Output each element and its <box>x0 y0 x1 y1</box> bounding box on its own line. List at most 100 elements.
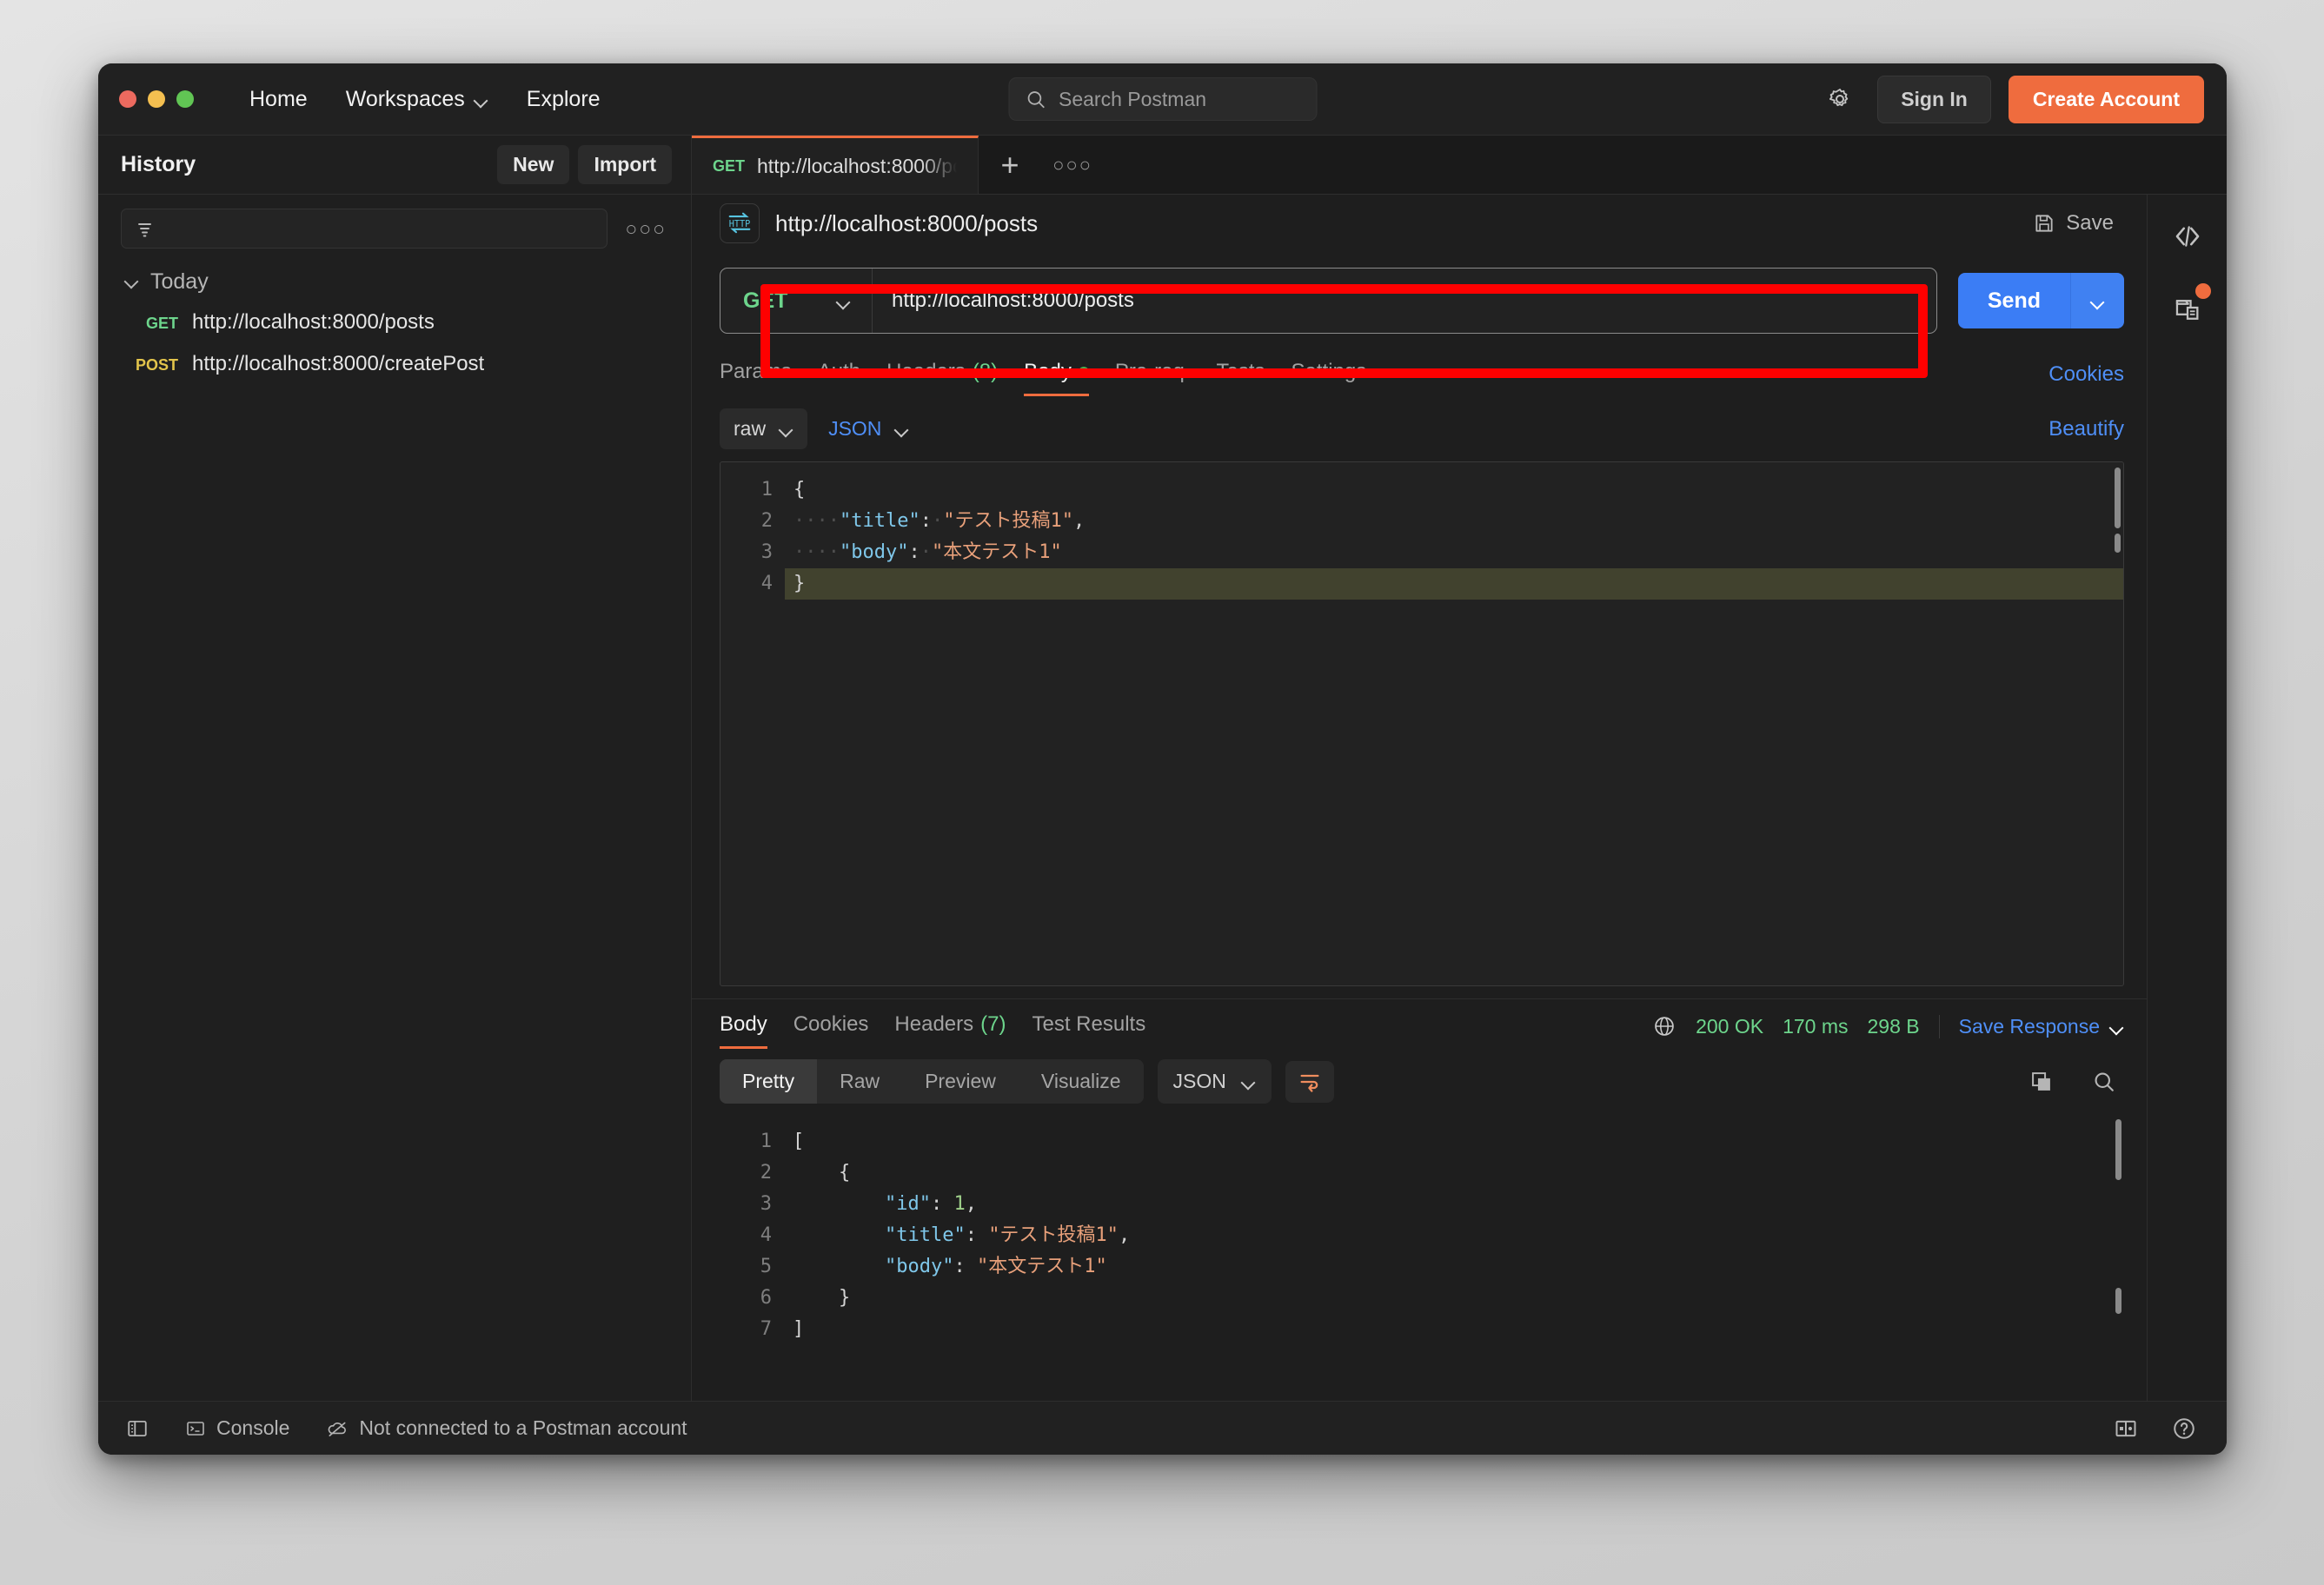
code-line: "id": 1, <box>784 1189 2124 1220</box>
request-body-scrollbar[interactable] <box>2115 468 2121 528</box>
documentation-badge <box>2195 283 2211 299</box>
chevron-down-icon <box>475 96 488 103</box>
code-token: : <box>920 510 932 532</box>
request-tab-0[interactable]: GET http://localhost:8000/pos <box>692 136 979 194</box>
view-mode-pretty[interactable]: Pretty <box>720 1059 818 1104</box>
response-body-scrollbar[interactable] <box>2115 1119 2121 1180</box>
request-tab-title: http://localhost:8000/pos <box>757 154 957 177</box>
response-tab-body[interactable]: Body <box>720 1012 767 1049</box>
tab-prerequest[interactable]: Pre-req. <box>1115 360 1191 396</box>
response-body-editor[interactable]: 1 2 3 4 5 6 7 [ { "id": 1, "title": "テスト投稿1", … <box>720 1114 2124 1401</box>
tab-auth-label: Auth <box>817 360 861 383</box>
code-snippet-icon <box>2175 226 2199 247</box>
response-tab-cookies[interactable]: Cookies <box>793 1012 869 1049</box>
sidebar-filter-row: ○○○ <box>98 195 691 257</box>
history-more-button[interactable]: ○○○ <box>620 214 672 244</box>
sign-in-button[interactable]: Sign In <box>1877 75 1991 123</box>
line-number: 3 <box>760 541 773 563</box>
tab-tests-label: Tests <box>1216 360 1265 383</box>
code-snippet-button[interactable] <box>2163 214 2212 259</box>
content-body: HTTP http://localhost:8000/posts Save GE… <box>692 195 2227 1401</box>
response-tab-test-results[interactable]: Test Results <box>1032 1012 1145 1049</box>
search-input[interactable]: Search Postman <box>1008 77 1317 121</box>
history-item-1[interactable]: POST http://localhost:8000/createPost <box>98 343 691 385</box>
code-line: ] <box>784 1314 2124 1345</box>
history-item-0[interactable]: GET http://localhost:8000/posts <box>98 302 691 343</box>
tab-tests[interactable]: Tests <box>1217 360 1265 396</box>
history-group-today[interactable]: Today <box>98 257 691 302</box>
history-filter-input[interactable] <box>121 209 608 249</box>
search-placeholder: Search Postman <box>1059 87 1207 110</box>
http-icon: HTTP <box>728 212 751 234</box>
code-line: [ <box>784 1126 2124 1157</box>
method-value: GET <box>743 288 788 313</box>
view-mode-preview[interactable]: Preview <box>902 1059 1019 1104</box>
url-bar[interactable]: GET http://localhost:8000/posts <box>720 268 1937 334</box>
settings-button[interactable] <box>1820 79 1860 119</box>
body-language-selector[interactable]: JSON <box>827 408 923 449</box>
nav-explore[interactable]: Explore <box>508 80 620 119</box>
request-body-scrollbar-thumb2[interactable] <box>2115 534 2121 553</box>
tab-params[interactable]: Params <box>720 360 792 396</box>
documentation-button[interactable] <box>2163 283 2212 330</box>
code-token: ···· <box>793 541 840 563</box>
method-selector[interactable]: GET <box>720 269 873 333</box>
tab-headers[interactable]: Headers (8) <box>886 360 998 396</box>
save-response-button[interactable]: Save Response <box>1938 1014 2124 1038</box>
layout-toggle-button[interactable] <box>2107 1411 2145 1446</box>
send-options-button[interactable] <box>2070 273 2124 328</box>
request-body-editor[interactable]: 1234 {····"title":·"テスト投稿1", ····"body":·… <box>720 461 2124 986</box>
account-status-label: Not connected to a Postman account <box>359 1416 687 1439</box>
request-body-code[interactable]: {····"title":·"テスト投稿1", ····"body":·"本文テス… <box>785 462 2123 985</box>
history-item-url: http://localhost:8000/createPost <box>192 352 485 375</box>
view-mode-raw[interactable]: Raw <box>817 1059 902 1104</box>
url-bar-row: GET http://localhost:8000/posts Send <box>692 252 2147 348</box>
line-number: 6 <box>760 1287 772 1309</box>
console-button[interactable]: Console <box>178 1411 296 1445</box>
tab-headers-count: (8) <box>972 360 999 383</box>
tab-options-button[interactable]: ○○○ <box>1041 136 1104 194</box>
save-request-button[interactable]: Save <box>2022 204 2124 242</box>
wrap-lines-button[interactable] <box>1285 1060 1334 1103</box>
save-icon <box>2035 215 2053 232</box>
create-account-button[interactable]: Create Account <box>2008 75 2204 123</box>
response-pane: Body Cookies Headers (7) Test Results 20… <box>692 998 2147 1401</box>
search-response-button[interactable] <box>2084 1062 2124 1102</box>
maximize-window-button[interactable] <box>176 90 194 108</box>
code-token: [ <box>793 1131 805 1152</box>
body-mode-selector[interactable]: raw <box>720 408 808 449</box>
send-button[interactable]: Send <box>1957 273 2070 328</box>
nav-workspaces[interactable]: Workspaces <box>327 80 508 119</box>
response-toolbar-right <box>2022 1062 2124 1102</box>
code-token: · <box>931 510 944 532</box>
tab-settings[interactable]: Settings <box>1291 360 1367 396</box>
response-tab-headers[interactable]: Headers (7) <box>894 1012 1006 1049</box>
beautify-button[interactable]: Beautify <box>2048 417 2124 441</box>
new-button[interactable]: New <box>497 145 570 184</box>
documentation-icon <box>2175 300 2198 320</box>
help-button[interactable] <box>2164 1410 2204 1447</box>
response-tab-body-label: Body <box>720 1012 767 1036</box>
copy-response-button[interactable] <box>2022 1062 2062 1102</box>
new-tab-button[interactable]: + <box>979 136 1041 194</box>
cookies-link[interactable]: Cookies <box>2048 362 2124 396</box>
response-format-selector[interactable]: JSON <box>1157 1059 1272 1104</box>
view-mode-visualize[interactable]: Visualize <box>1019 1059 1144 1104</box>
sidebar-toggle-button[interactable] <box>119 1412 156 1445</box>
line-number: 3 <box>760 1193 772 1215</box>
import-button[interactable]: Import <box>578 145 672 184</box>
url-input[interactable]: http://localhost:8000/posts <box>873 269 1936 333</box>
response-tab-headers-label: Headers <box>894 1012 974 1036</box>
response-body-scrollbar-thumb2[interactable] <box>2115 1288 2121 1314</box>
tab-body[interactable]: Body <box>1024 360 1089 396</box>
send-button-group: Send <box>1957 273 2124 328</box>
tab-auth[interactable]: Auth <box>818 360 860 396</box>
request-tabs-row: Params Auth Headers (8) Body Pre-req. Te… <box>692 348 2147 396</box>
code-token: : <box>953 1256 977 1277</box>
minimize-window-button[interactable] <box>148 90 165 108</box>
nav-explore-label: Explore <box>526 86 601 111</box>
nav-home[interactable]: Home <box>230 80 327 119</box>
close-window-button[interactable] <box>119 90 136 108</box>
window-traffic-lights[interactable] <box>119 90 194 108</box>
